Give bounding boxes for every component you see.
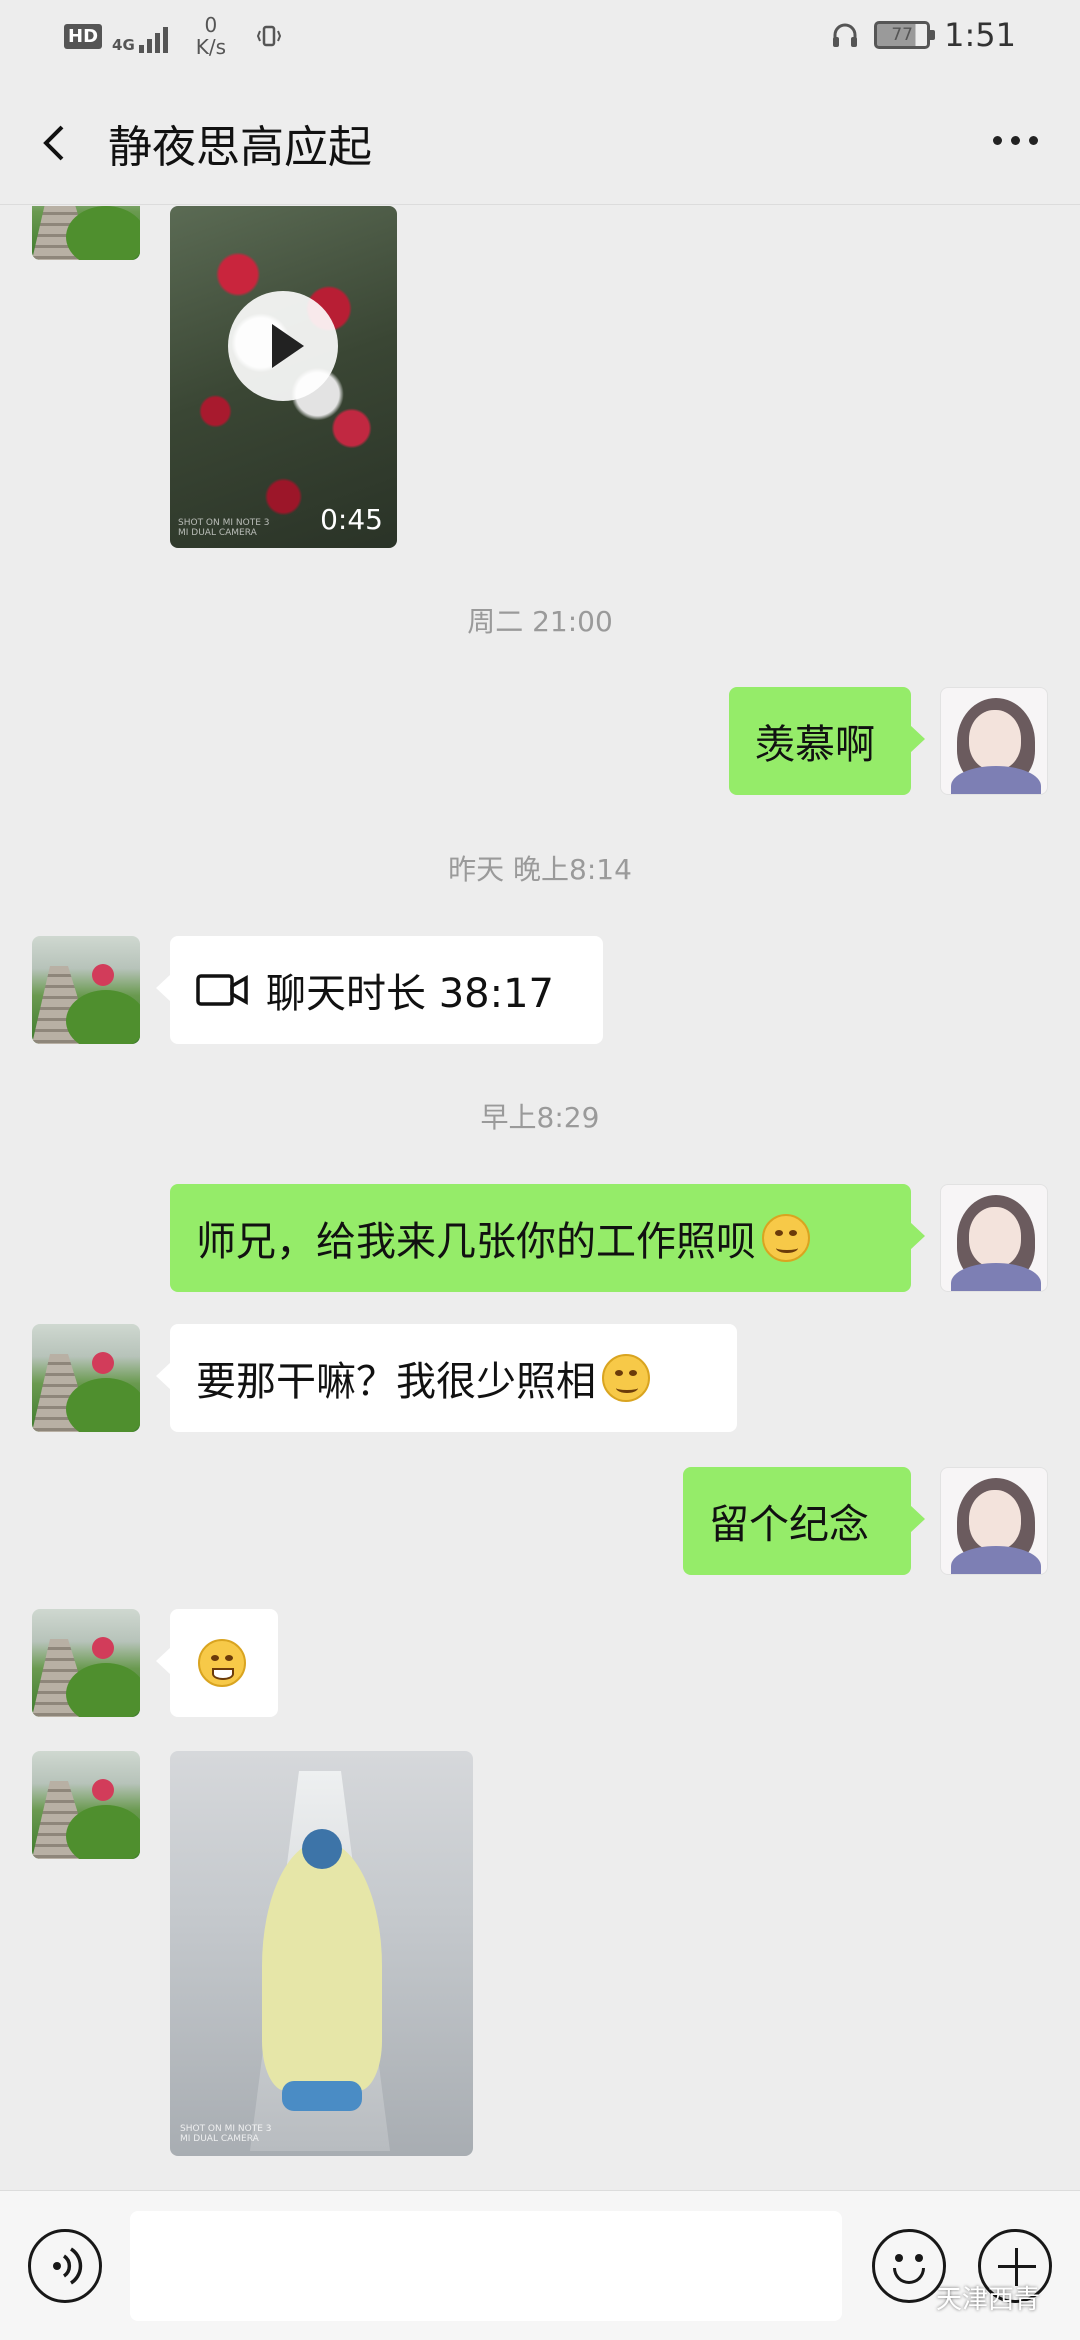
emoji-button[interactable]	[872, 2229, 946, 2303]
outgoing-message[interactable]: 师兄，给我来几张你的工作照呗	[170, 1184, 925, 1292]
emoji-message[interactable]	[156, 1609, 278, 1717]
voice-input-button[interactable]	[28, 2229, 102, 2303]
message-text: 留个纪念	[709, 1502, 869, 1548]
video-call-record[interactable]: 聊天时长 38:17	[156, 936, 603, 1044]
timestamp: 周二 21:00	[467, 605, 613, 638]
outgoing-message[interactable]: 羡慕啊	[729, 687, 925, 795]
grin-emoji-icon	[198, 1639, 246, 1687]
friend-avatar[interactable]	[32, 1609, 140, 1717]
headphones-icon	[833, 23, 858, 47]
chevron-left-icon	[43, 125, 64, 161]
friend-avatar[interactable]	[32, 206, 140, 260]
source-watermark: 天津西青	[935, 2285, 1040, 2315]
friend-avatar[interactable]	[32, 936, 140, 1044]
friend-avatar[interactable]	[32, 1751, 140, 1859]
video-camera-icon	[196, 974, 248, 1006]
timestamp: 昨天 晚上8:14	[448, 853, 632, 886]
my-avatar[interactable]	[940, 1467, 1048, 1575]
vibrate-icon	[256, 25, 282, 47]
status-right: 77 1:51	[830, 16, 1016, 54]
outgoing-message[interactable]: 留个纪念	[683, 1467, 925, 1575]
more-dot-icon	[1010, 135, 1020, 145]
voice-icon	[53, 2247, 83, 2285]
call-duration-text: 聊天时长 38:17	[266, 971, 554, 1017]
play-icon[interactable]	[228, 291, 338, 401]
battery-level: 77	[891, 25, 913, 45]
chat-title: 静夜思高应起	[108, 122, 372, 173]
message-text: 羡慕啊	[755, 722, 875, 768]
status-bar: HD 4G 0 K/s 77 1:51	[0, 0, 1080, 75]
incoming-message[interactable]: 要那干嘛？我很少照相	[156, 1324, 737, 1432]
battery-icon: 77	[874, 21, 936, 49]
speed-unit: K/s	[195, 35, 227, 59]
my-avatar[interactable]	[940, 1184, 1048, 1292]
camera-watermark: SHOT ON MI NOTE 3 MI DUAL CAMERA	[180, 2124, 272, 2144]
chat-header: 静夜思高应起	[0, 75, 1080, 205]
photo-message[interactable]: SHOT ON MI NOTE 3 MI DUAL CAMERA	[170, 1751, 473, 2156]
signal-icon: 4G	[112, 19, 168, 53]
chat-messages[interactable]: SHOT ON MI NOTE 3 MI DUAL CAMERA 0:45 周二…	[0, 206, 1080, 2190]
smile-emoji-icon	[762, 1214, 810, 1262]
network-type: 4G	[112, 36, 135, 54]
video-message[interactable]: SHOT ON MI NOTE 3 MI DUAL CAMERA 0:45	[170, 206, 397, 548]
more-dot-icon	[992, 135, 1002, 145]
timestamp: 早上8:29	[480, 1101, 600, 1134]
network-speed: 0 K/s	[196, 14, 226, 58]
message-text: 师兄，给我来几张你的工作照呗	[196, 1219, 756, 1265]
back-button[interactable]	[30, 113, 80, 173]
hd-badge: HD	[64, 23, 103, 49]
message-text: 要那干嘛？我很少照相	[196, 1359, 596, 1405]
my-avatar[interactable]	[940, 687, 1048, 795]
speed-value: 0	[204, 13, 218, 37]
status-left: HD 4G 0 K/s	[64, 14, 282, 58]
more-dot-icon	[1028, 135, 1038, 145]
video-duration: 0:45	[320, 503, 383, 536]
smirk-emoji-icon	[602, 1354, 650, 1402]
input-bar: 天津西青	[0, 2190, 1080, 2340]
camera-watermark: SHOT ON MI NOTE 3 MI DUAL CAMERA	[178, 518, 270, 538]
more-button[interactable]	[980, 115, 1050, 165]
clock: 1:51	[944, 16, 1016, 54]
message-input[interactable]	[130, 2211, 842, 2321]
friend-avatar[interactable]	[32, 1324, 140, 1432]
